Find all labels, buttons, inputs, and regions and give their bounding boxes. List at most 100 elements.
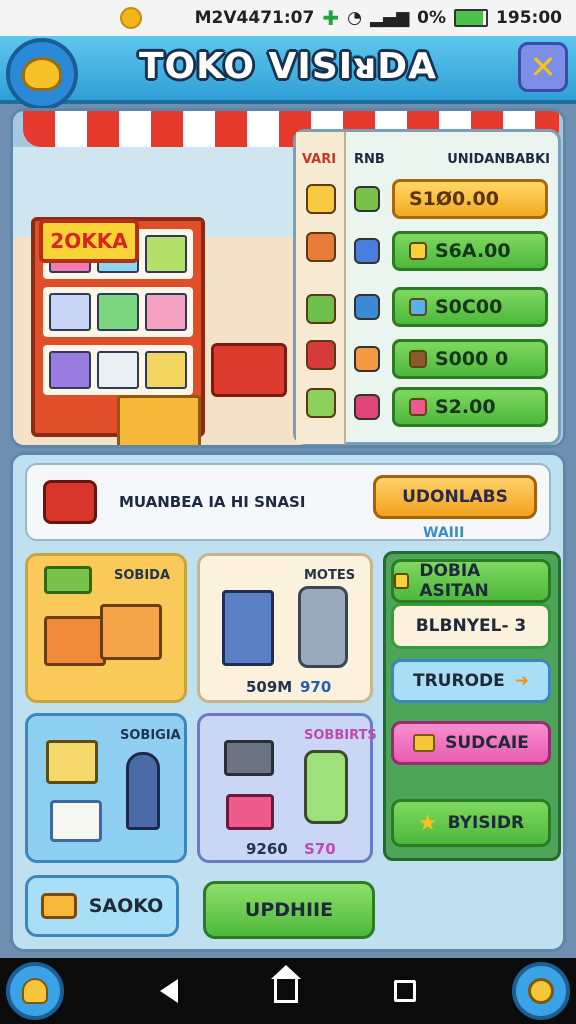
- kettle-icon: [298, 586, 348, 668]
- side-button-label: BYISIDR: [447, 813, 525, 833]
- shop-tile-gadgets[interactable]: SOBBIRTS 9260 S70: [197, 713, 377, 863]
- side-button-3[interactable]: TRURODE ➜: [391, 659, 551, 703]
- side-button-4[interactable]: SUDCAIE: [391, 721, 551, 765]
- tile-label: SOBIDA: [114, 568, 171, 583]
- category-tile-green[interactable]: [306, 294, 336, 324]
- category-label: VARI: [302, 152, 337, 167]
- price-button-1[interactable]: S1Ø0.00: [392, 179, 548, 219]
- price-label: S0C00: [435, 296, 503, 318]
- price-label: S000 0: [435, 348, 509, 370]
- tile-label: SOBBIRTS: [304, 728, 377, 743]
- house-icon: [409, 398, 427, 416]
- tile-value-right: S70: [304, 840, 336, 858]
- price-row: S000 0: [354, 338, 548, 380]
- ring-icon: [528, 978, 554, 1004]
- price-row: S6A.00: [354, 230, 548, 272]
- shop-tile-boxes[interactable]: SOBIDA: [25, 553, 187, 703]
- price-label: S2.00: [435, 396, 496, 418]
- cart-shortcut-button[interactable]: SAOKO: [25, 875, 179, 937]
- tile-value-left: 9260: [246, 840, 288, 858]
- tile-value-left: 509M: [246, 678, 293, 696]
- product-box: [145, 235, 187, 273]
- category-tile-yellow[interactable]: [306, 184, 336, 214]
- coin-icon: [120, 7, 142, 29]
- side-button-label: SUDCAIE: [445, 733, 529, 753]
- clock: 195:00: [496, 8, 562, 28]
- price-label: S1Ø0.00: [409, 188, 499, 210]
- side-button-label: BLBNYEL- 3: [415, 616, 527, 636]
- category-column: [296, 132, 346, 444]
- board-col-2: UNIDANBABKI: [447, 152, 550, 167]
- tile-value-right: 970: [300, 678, 332, 696]
- blender-icon: [304, 750, 348, 824]
- side-button-1[interactable]: DOBIA ASITAN: [391, 559, 551, 603]
- product-box: [97, 293, 139, 331]
- update-button[interactable]: UPDHIIE: [203, 881, 375, 939]
- close-button[interactable]: ✕: [518, 42, 568, 92]
- price-label: S6A.00: [435, 240, 511, 262]
- box-icon: [100, 604, 162, 660]
- plus-icon: ✚: [322, 6, 340, 30]
- card-icon: [50, 800, 102, 842]
- price-row: S2.00: [354, 386, 548, 428]
- price-row: S1Ø0.00: [354, 178, 548, 220]
- arrow-right-icon: ➜: [514, 671, 529, 691]
- update-label: UPDHIIE: [244, 899, 334, 921]
- books-icon: [46, 740, 98, 784]
- product-box: [49, 351, 91, 389]
- home-icon[interactable]: [271, 965, 301, 1003]
- board-col-1: RNB: [354, 152, 385, 167]
- price-button-4[interactable]: S000 0: [392, 339, 548, 379]
- price-row: S0C00: [354, 286, 548, 328]
- block-icon: [354, 238, 380, 264]
- cash-icon: [44, 566, 92, 594]
- shop-sign: 2OKKA: [39, 219, 139, 263]
- system-nav-bar: [0, 958, 576, 1024]
- hand-tool-button[interactable]: [6, 962, 64, 1020]
- back-icon[interactable]: [160, 979, 178, 1003]
- price-button-2[interactable]: S6A.00: [392, 231, 548, 271]
- category-tile-orange[interactable]: [306, 232, 336, 262]
- shelf-row: [43, 345, 193, 395]
- category-tile-lime[interactable]: [306, 388, 336, 418]
- toolbox-icon: [224, 740, 274, 776]
- apple-icon: [354, 394, 380, 420]
- battery-percent: 0%: [417, 8, 447, 28]
- shop-tile-appliances[interactable]: MOTES 509M 970: [197, 553, 373, 703]
- board-header: RNB UNIDANBABKI: [354, 152, 550, 167]
- tile-label: SOBIGIA: [120, 728, 181, 743]
- settings-corner-button[interactable]: [512, 962, 570, 1020]
- cashier-counter[interactable]: [117, 395, 201, 445]
- box-icon: [44, 616, 106, 666]
- blocks-icon: [413, 734, 436, 752]
- mission-bar: MUANBEA IA HI SNASI UDONLABS WAIII: [25, 463, 551, 541]
- price-button-3[interactable]: S0C00: [392, 287, 548, 327]
- puzzle-icon: [354, 294, 380, 320]
- hand-icon: [22, 978, 48, 1004]
- tool-icon: [409, 350, 427, 368]
- shop-menu-panel: MUANBEA IA HI SNASI UDONLABS WAIII SOBID…: [10, 452, 566, 952]
- recents-icon[interactable]: [394, 980, 416, 1002]
- shop-tile-staff[interactable]: SOBIGIA: [25, 713, 187, 863]
- mushroom-icon: [354, 346, 380, 372]
- mission-button[interactable]: UDONLABS: [373, 475, 537, 519]
- product-box: [49, 293, 91, 331]
- side-button-2[interactable]: BLBNYEL- 3: [391, 603, 551, 649]
- price-button-5[interactable]: S2.00: [392, 387, 548, 427]
- note-icon: [394, 573, 410, 589]
- fridge-icon: [222, 590, 274, 666]
- category-tile-red[interactable]: [306, 340, 336, 370]
- shopping-cart-icon[interactable]: [211, 343, 287, 397]
- product-box: [145, 351, 187, 389]
- status-right: M2V4471:07 ✚ ◔ ▂▄▆ 0% 195:00: [195, 6, 562, 30]
- side-button-5[interactable]: ★ BYISIDR: [391, 799, 551, 847]
- product-box: [97, 351, 139, 389]
- tile-label: MOTES: [304, 568, 356, 583]
- pen-icon: [409, 298, 427, 316]
- signal-icon: ▂▄▆: [369, 8, 410, 28]
- status-text: M2V4471:07: [194, 8, 315, 28]
- status-bar: M2V4471:07 ✚ ◔ ▂▄▆ 0% 195:00: [0, 0, 576, 36]
- shop-floor: 2OKKA: [13, 147, 313, 445]
- cart-icon: [40, 893, 77, 919]
- mission-text: MUANBEA IA HI SNASI: [119, 493, 306, 511]
